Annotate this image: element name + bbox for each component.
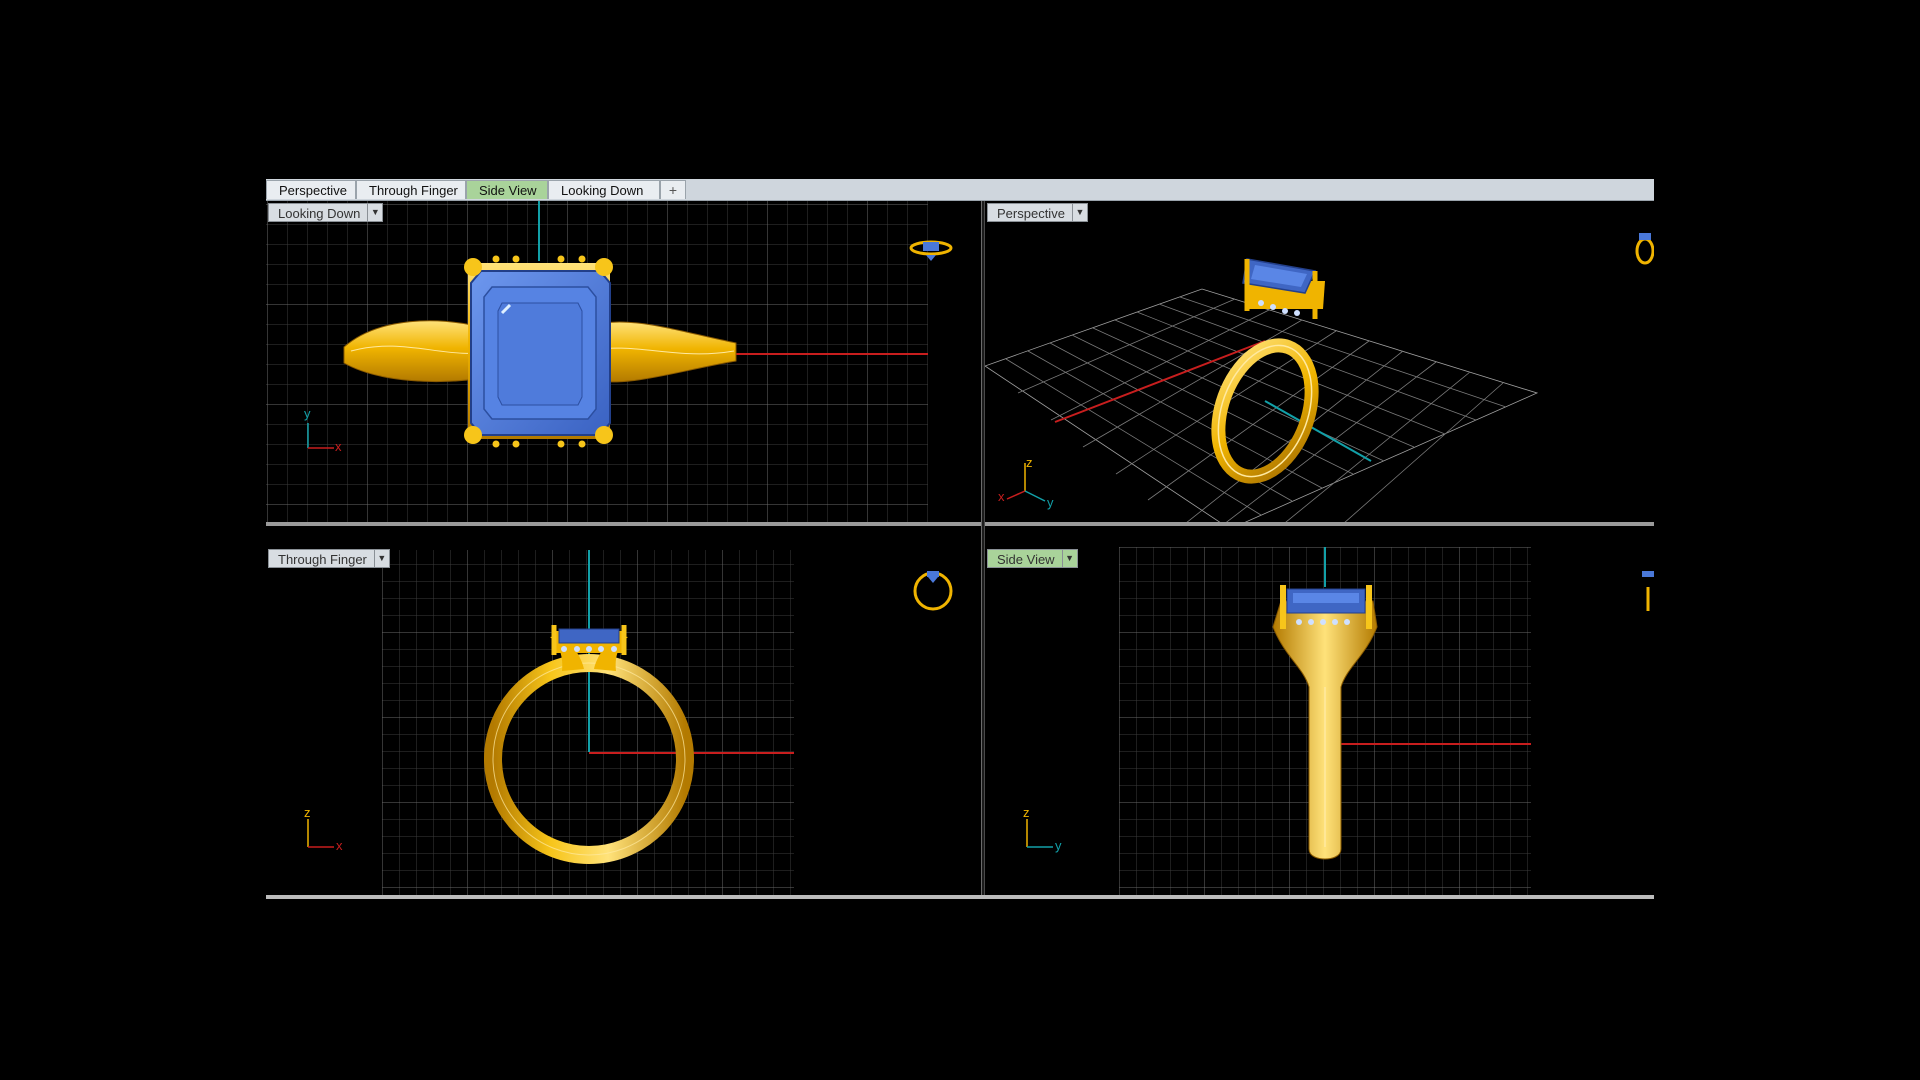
x-axis-label: x <box>335 439 342 454</box>
rhino-viewport-window: Perspective Through Finger Side View Loo… <box>266 179 1654 899</box>
front-view-canvas <box>307 550 953 895</box>
viewport-divider-vertical[interactable] <box>981 201 985 899</box>
viewport-tab-bar: Perspective Through Finger Side View Loo… <box>266 179 1654 201</box>
viewport-title-text: Looking Down <box>278 206 361 221</box>
tab-perspective[interactable]: Perspective <box>266 180 356 199</box>
viewport-title-perspective[interactable]: Perspective ▼ <box>987 203 1088 222</box>
ring-perspective <box>1211 258 1325 484</box>
y-axis-label: y <box>304 406 311 421</box>
perspective-grid <box>985 288 1539 522</box>
y-axis-label: y <box>1055 838 1062 853</box>
tab-through-finger[interactable]: Through Finger <box>356 180 466 199</box>
axis-gizmo <box>1026 819 1053 848</box>
dropdown-arrow-icon[interactable]: ▼ <box>367 204 382 221</box>
tab-side-view[interactable]: Side View <box>466 180 548 199</box>
viewport-title-through-finger[interactable]: Through Finger ▼ <box>268 549 390 568</box>
axis-gizmo <box>307 819 334 848</box>
top-view-canvas <box>266 201 953 522</box>
viewport-perspective[interactable]: z y x Perspective ▼ <box>985 201 1654 522</box>
tab-label: Looking Down <box>561 183 644 198</box>
viewport-title-looking-down[interactable]: Looking Down ▼ <box>268 203 384 222</box>
viewport-title-text: Through Finger <box>278 552 367 567</box>
side-view-canvas <box>1026 547 1654 895</box>
nav-ring-thumbnail-icon[interactable] <box>1635 233 1654 265</box>
emerald-gem-top <box>468 263 611 439</box>
plus-icon: + <box>668 182 678 198</box>
y-axis-label: y <box>1047 495 1054 510</box>
viewport-bottom-border <box>266 895 1654 899</box>
nav-ring-thumbnail-icon[interactable] <box>913 571 953 611</box>
dropdown-arrow-icon[interactable]: ▼ <box>1061 550 1077 567</box>
x-axis-label: x <box>998 489 1005 504</box>
viewport-title-text: Perspective <box>997 206 1065 221</box>
tab-label: Side View <box>479 183 537 198</box>
z-axis-label: z <box>304 805 311 820</box>
add-viewport-tab-button[interactable]: + <box>660 180 686 199</box>
perspective-canvas <box>985 233 1654 522</box>
tab-label: Through Finger <box>369 183 458 198</box>
x-axis-label: x <box>336 838 343 853</box>
viewport-side-view[interactable]: z y Side View ▼ <box>985 547 1654 895</box>
viewport-through-finger[interactable]: z x Through Finger ▼ <box>266 547 981 895</box>
dropdown-arrow-icon[interactable]: ▼ <box>1071 204 1087 221</box>
z-axis-label: z <box>1026 455 1033 470</box>
tab-label: Perspective <box>279 183 347 198</box>
viewport-gap <box>266 526 1654 547</box>
tab-looking-down[interactable]: Looking Down <box>548 180 660 199</box>
dropdown-arrow-icon[interactable]: ▼ <box>373 550 389 567</box>
viewport-title-side-view[interactable]: Side View ▼ <box>987 549 1078 568</box>
viewport-title-text: Side View <box>997 552 1055 567</box>
z-axis-label: z <box>1023 805 1030 820</box>
nav-ring-thumbnail-icon[interactable] <box>1642 571 1654 611</box>
viewport-looking-down[interactable]: y x Looking Down ▼ <box>266 201 981 522</box>
